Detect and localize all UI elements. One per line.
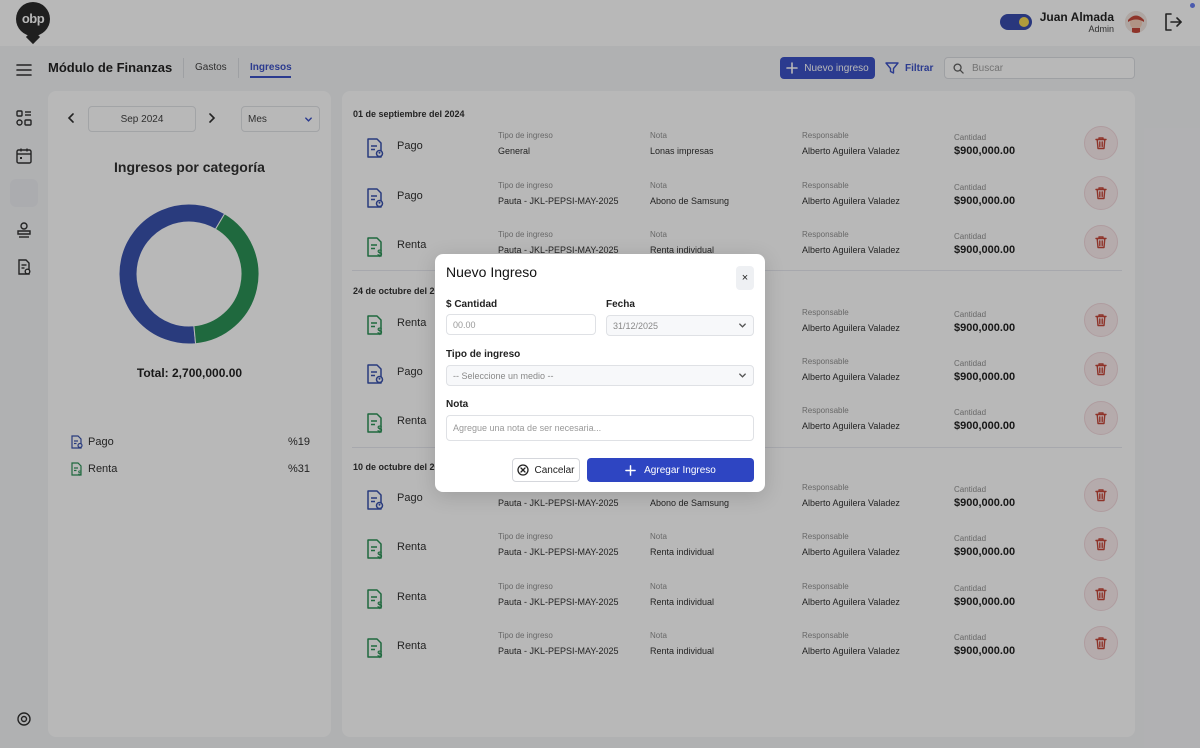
date-label: Fecha: [606, 299, 635, 310]
cancel-label: Cancelar: [534, 464, 575, 476]
date-value: 31/12/2025: [613, 320, 659, 331]
note-field[interactable]: [446, 415, 754, 441]
cancel-button[interactable]: Cancelar: [512, 458, 580, 482]
amount-input[interactable]: [453, 319, 589, 330]
close-icon[interactable]: ×: [736, 266, 754, 290]
cancel-circle-icon: [517, 464, 530, 476]
date-field[interactable]: 31/12/2025: [606, 315, 754, 336]
add-income-label: Agregar Ingreso: [644, 464, 716, 476]
income-type-placeholder: -- Seleccione un medio --: [453, 370, 554, 381]
amount-field[interactable]: [446, 314, 596, 335]
income-type-label: Tipo de ingreso: [446, 349, 521, 360]
note-input[interactable]: [453, 423, 747, 433]
amount-label: $ Cantidad: [446, 299, 498, 310]
income-type-select[interactable]: -- Seleccione un medio --: [446, 365, 754, 386]
chevron-down-icon: [739, 323, 746, 328]
new-income-modal: Nuevo Ingreso × $ Cantidad Fecha 31/12/2…: [435, 254, 765, 492]
add-income-button[interactable]: Agregar Ingreso: [587, 458, 754, 482]
modal-title: Nuevo Ingreso: [446, 264, 538, 280]
plus-icon: [625, 464, 636, 476]
note-label: Nota: [446, 399, 469, 410]
chevron-down-icon: [739, 373, 746, 378]
